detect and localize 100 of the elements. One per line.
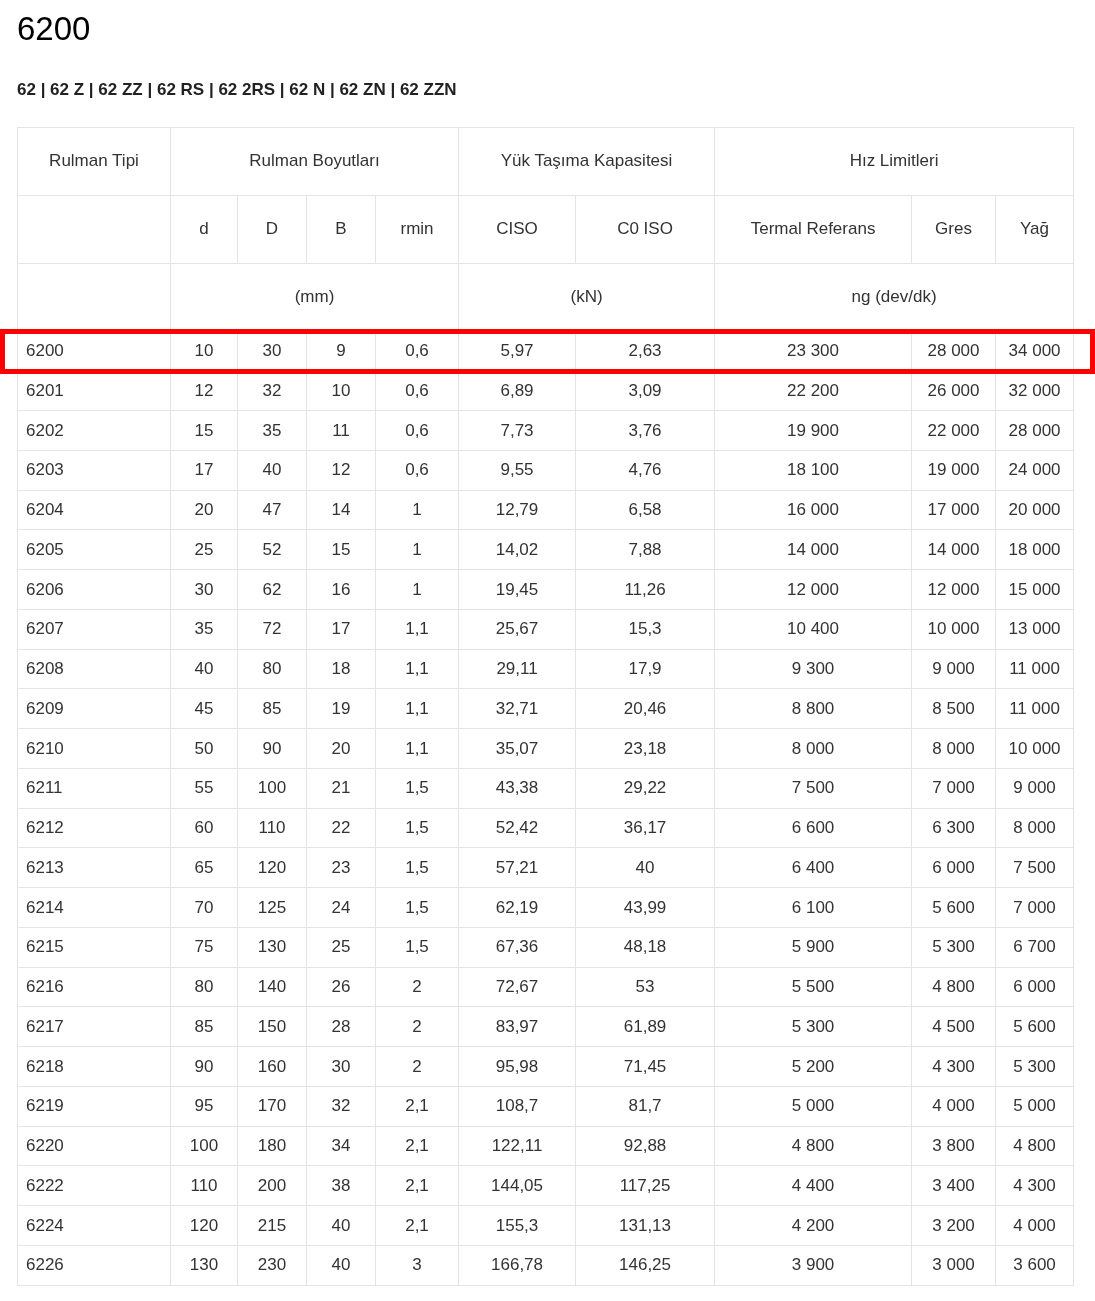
table-cell: 7 500 [995,847,1074,888]
table-cell: 155,3 [458,1205,576,1246]
table-cell: 4,76 [575,450,715,490]
table-cell: 35 [237,410,307,451]
table-cell: 28 000 [995,410,1074,451]
table-cell: 10 400 [714,609,912,649]
table-cell: 40 [170,649,238,689]
table-cell: 6 000 [911,847,996,888]
table-cell: 4 500 [911,1006,996,1047]
table-cell: 23 [306,847,376,888]
table-cell: 40 [306,1245,376,1285]
table-cell: 12 [306,450,376,490]
table-cell: 61,89 [575,1006,715,1047]
table-cell: 130 [170,1245,238,1285]
table-cell: 1,5 [375,847,459,888]
table-cell: 52 [237,529,307,570]
table-cell: 8 000 [911,728,996,769]
table-cell: 4 800 [911,967,996,1007]
table-cell: 4 300 [995,1165,1074,1206]
table-cell: 6219 [17,1086,171,1126]
table-cell: 5 000 [714,1086,912,1126]
table-cell: 83,97 [458,1006,576,1047]
table-cell: 32,71 [458,688,576,729]
table-cell: 6200 [17,331,171,371]
table-cell: 34 [306,1126,376,1166]
table-cell: 6216 [17,967,171,1007]
table-cell: 11,26 [575,569,715,610]
page-title: 6200 [17,9,91,45]
table-cell: 2,1 [375,1165,459,1206]
table-cell: 6204 [17,490,171,530]
table-cell: 55 [170,768,238,808]
table-cell: 166,78 [458,1245,576,1285]
table-cell: 6215 [17,927,171,967]
column-header: C0 ISO [575,195,715,263]
table-cell: 30 [170,569,238,610]
table-cell: 5 200 [714,1046,912,1087]
table-cell: 120 [237,847,307,888]
table-cell: 1,1 [375,649,459,689]
table-cell: 72,67 [458,967,576,1007]
table-cell: 15 000 [995,569,1074,610]
table-cell: 8 500 [911,688,996,729]
table-cell: 200 [237,1165,307,1206]
table-cell: 230 [237,1245,307,1285]
table-cell: 7,73 [458,410,576,451]
table-cell: 90 [237,728,307,769]
table-cell: 24 000 [995,450,1074,490]
table-cell: 5 300 [911,927,996,967]
table-cell: 6202 [17,410,171,451]
table-cell: 7,88 [575,529,715,570]
group-header: Rulman Boyutları [170,127,459,195]
table-cell: 8 800 [714,688,912,729]
column-header: Termal Referans [714,195,912,263]
table-cell: 71,45 [575,1046,715,1087]
table-cell: 17 [170,450,238,490]
table-cell: 146,25 [575,1245,715,1285]
table-cell: 170 [237,1086,307,1126]
table-cell: 3,76 [575,410,715,451]
table-cell: 15,3 [575,609,715,649]
table-cell: 2 [375,967,459,1007]
table-cell: 14 000 [714,529,912,570]
table-cell: 1 [375,490,459,530]
table-cell: 3 900 [714,1245,912,1285]
table-cell: 4 800 [714,1126,912,1166]
table-cell: 6213 [17,847,171,888]
table-cell: 2 [375,1046,459,1087]
table-cell: 6209 [17,688,171,729]
table-cell: 1,5 [375,808,459,848]
table-cell: 19 [306,688,376,729]
table-cell: 35 [170,609,238,649]
table-cell: 19 900 [714,410,912,451]
table-cell: 17 000 [911,490,996,530]
table-cell: 120 [170,1205,238,1246]
group-header: Hız Limitleri [714,127,1074,195]
table-cell: 18 100 [714,450,912,490]
table-cell: 7 500 [714,768,912,808]
table-cell: 47 [237,490,307,530]
table-cell: 117,25 [575,1165,715,1206]
table-cell: 30 [306,1046,376,1087]
table-cell: 57,21 [458,847,576,888]
table-cell: 108,7 [458,1086,576,1126]
table-cell: 6 400 [714,847,912,888]
table-cell: 62 [237,569,307,610]
table-cell: 1 [375,569,459,610]
table-cell: 81,7 [575,1086,715,1126]
table-cell: 6220 [17,1126,171,1166]
table-cell: 5 900 [714,927,912,967]
table-cell: 6205 [17,529,171,570]
group-header: Rulman Tipi [17,127,171,195]
table-cell: 1,1 [375,609,459,649]
table-cell: 6206 [17,569,171,610]
table-cell: 20,46 [575,688,715,729]
table-cell: 4 200 [714,1205,912,1246]
table-cell: 15 [306,529,376,570]
table-cell: 43,99 [575,887,715,928]
table-cell: 25 [306,927,376,967]
table-cell: 10 000 [911,609,996,649]
table-cell: 6214 [17,887,171,928]
table-cell: 11 000 [995,649,1074,689]
table-cell: 125 [237,887,307,928]
table-cell: 7 000 [911,768,996,808]
